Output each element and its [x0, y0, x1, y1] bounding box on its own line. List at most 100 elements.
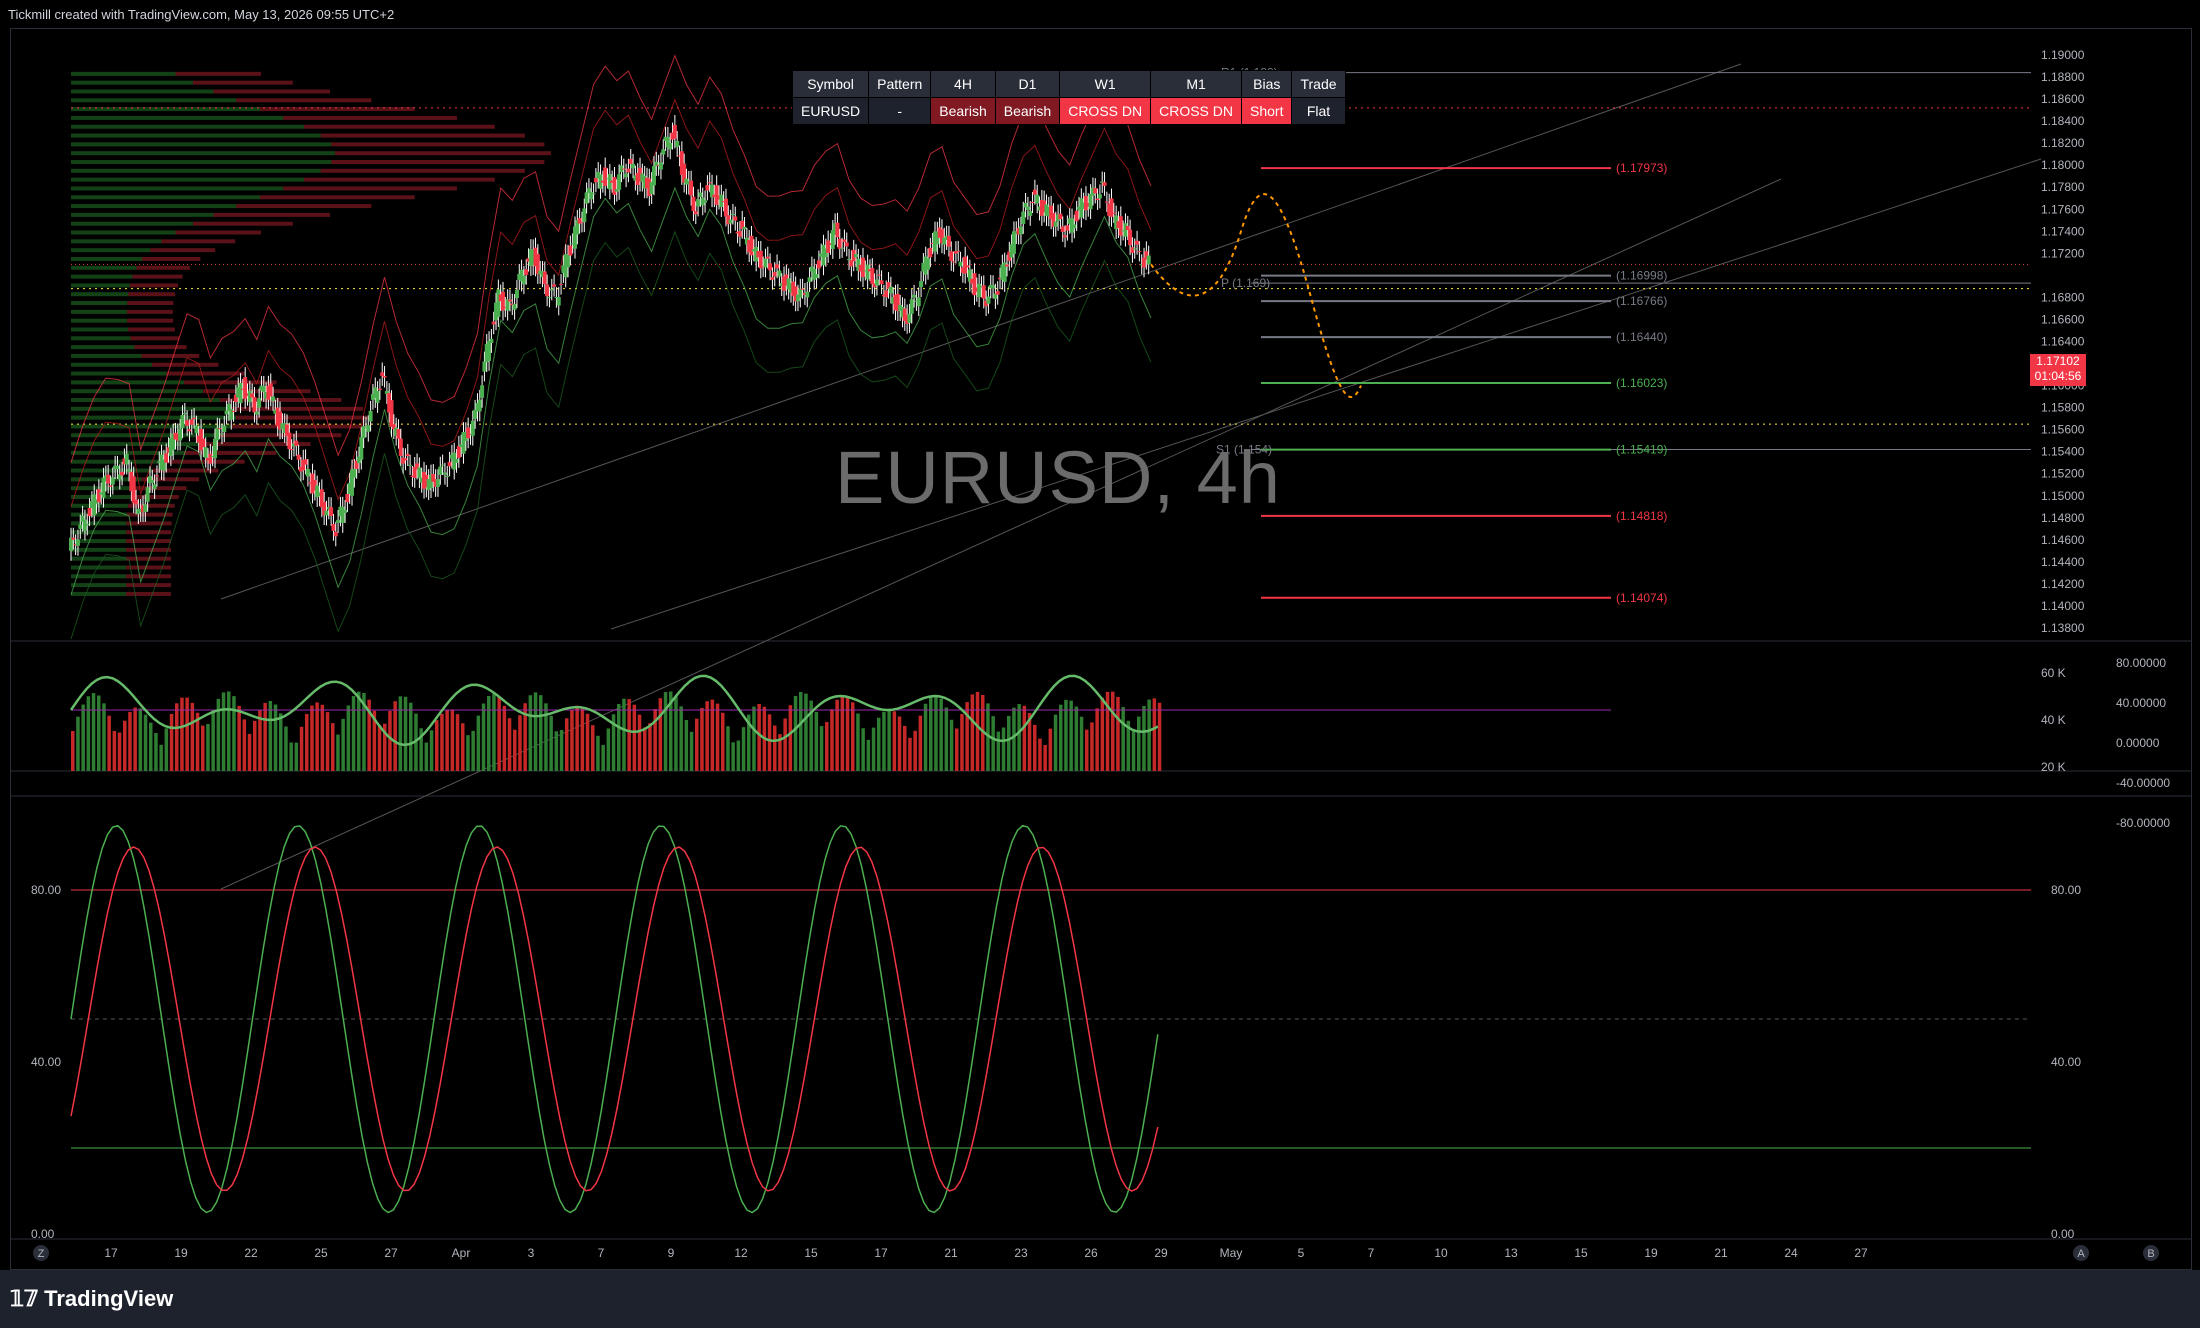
td-d1: Bearish — [994, 97, 1061, 125]
volume-profile-bar-down — [150, 248, 216, 253]
volume-bar — [804, 693, 808, 771]
candle-down — [185, 420, 190, 426]
candle-down — [1130, 247, 1135, 253]
volume-bar — [549, 715, 553, 771]
candle-up — [840, 247, 845, 249]
volume-profile-bar-up — [71, 353, 142, 358]
volume-profile-bar-up — [71, 318, 128, 323]
candle-down — [217, 428, 222, 430]
candle-down — [189, 419, 194, 425]
candle-up — [805, 291, 810, 298]
candle-down — [96, 489, 101, 503]
candle-up — [145, 487, 150, 502]
candle-down — [289, 449, 294, 451]
candle-down — [826, 240, 831, 253]
volume-bar — [731, 742, 735, 771]
candle-down — [1104, 201, 1109, 203]
volume-bar — [799, 691, 803, 771]
volume-bar — [388, 710, 392, 771]
y-tick-label: 1.17800 — [2041, 180, 2085, 194]
chart-frame[interactable]: 1.19000 1.18800 1.18600 1.18400 1.18200 1.180… — [10, 28, 2192, 1270]
stoch-right-label: 0.00 — [2051, 1227, 2075, 1241]
chart-svg[interactable]: 1.19000 1.18800 1.18600 1.18400 1.18200 1.180… — [11, 29, 2191, 1269]
logo-text: TradingView — [44, 1286, 174, 1311]
candle-up — [1028, 211, 1033, 216]
volume-profile-bar-up — [71, 406, 232, 411]
candle-down — [1030, 201, 1035, 204]
candle-down — [693, 211, 698, 215]
candle-down — [380, 372, 385, 376]
stoch-right-label: 80.00 — [2051, 883, 2081, 897]
volume-bar — [637, 714, 642, 771]
volume-bar — [247, 733, 252, 771]
volume-bar — [861, 728, 865, 771]
candle-up — [440, 464, 445, 466]
x-tick-label: 25 — [314, 1246, 328, 1260]
candle-up — [124, 454, 129, 465]
volume-bar — [320, 704, 325, 771]
y-tick-label: 1.18200 — [2041, 136, 2085, 150]
candle-up — [916, 297, 921, 307]
last-price-label: 1.17102 01:04:56 — [2030, 354, 2086, 386]
candle-down — [765, 256, 770, 259]
volume-profile-bar-up — [71, 239, 162, 244]
candle-up — [75, 539, 80, 546]
y-tick-label: 1.15200 — [2041, 467, 2085, 481]
volume-profile-bar-down — [331, 160, 545, 164]
volume-bar — [123, 720, 127, 771]
volume-bar — [643, 727, 647, 771]
candle-down — [134, 499, 139, 505]
volume-bar — [424, 742, 429, 771]
volume-bar — [528, 695, 533, 771]
candle-up — [556, 296, 561, 306]
volume-bar — [570, 709, 574, 771]
candle-up — [986, 296, 991, 304]
volume-profile-bar-up — [71, 98, 237, 103]
volume-bar — [221, 692, 226, 771]
volume-bar — [154, 733, 158, 771]
volume-profile-bar-up — [71, 89, 214, 94]
candle-down — [775, 264, 780, 269]
candle-down — [768, 263, 773, 271]
candle-up — [909, 299, 914, 314]
volume-profile-bar-down — [127, 301, 174, 306]
volume-bar — [351, 695, 356, 771]
tradingview-logo[interactable]: 𝟙𝟟 TradingView — [10, 1286, 173, 1312]
osc-axis-label: -80.00000 — [2116, 816, 2170, 830]
y-tick-label: 1.17400 — [2041, 224, 2085, 238]
volume-bar — [128, 711, 132, 771]
candle-down — [1093, 188, 1098, 194]
candle-up — [438, 466, 443, 475]
candle-up — [919, 281, 924, 288]
candle-down — [294, 440, 299, 446]
candle-up — [352, 468, 357, 478]
candle-down — [770, 277, 775, 280]
stoch-left-label: 0.00 — [31, 1227, 55, 1241]
volume-bar — [949, 719, 954, 771]
volume-profile-bar-up — [71, 530, 127, 535]
candle-up — [115, 465, 120, 470]
vol-axis-label: 40 K — [2041, 713, 2066, 727]
volume-bar — [955, 728, 959, 771]
y-tick-label: 1.14400 — [2041, 555, 2085, 569]
candle-down — [758, 250, 763, 269]
volume-bar — [814, 711, 819, 771]
osc-axis-label: 40.00000 — [2116, 696, 2166, 710]
volume-profile-bar-up — [71, 177, 305, 182]
candle-down — [120, 471, 125, 476]
volume-bar — [991, 716, 995, 771]
volume-bar — [1111, 691, 1115, 771]
candle-down — [287, 432, 292, 450]
volume-bar — [559, 729, 564, 771]
candle-up — [1097, 194, 1102, 199]
candle-down — [1095, 198, 1100, 201]
candle-down — [524, 269, 529, 275]
candle-down — [1118, 216, 1123, 236]
candle-up — [305, 468, 310, 477]
volume-bar — [773, 725, 777, 771]
candle-up — [215, 427, 220, 441]
candle-up — [631, 163, 636, 169]
volume-bar — [918, 715, 923, 771]
candle-down — [208, 453, 213, 464]
candle-up — [658, 162, 663, 170]
